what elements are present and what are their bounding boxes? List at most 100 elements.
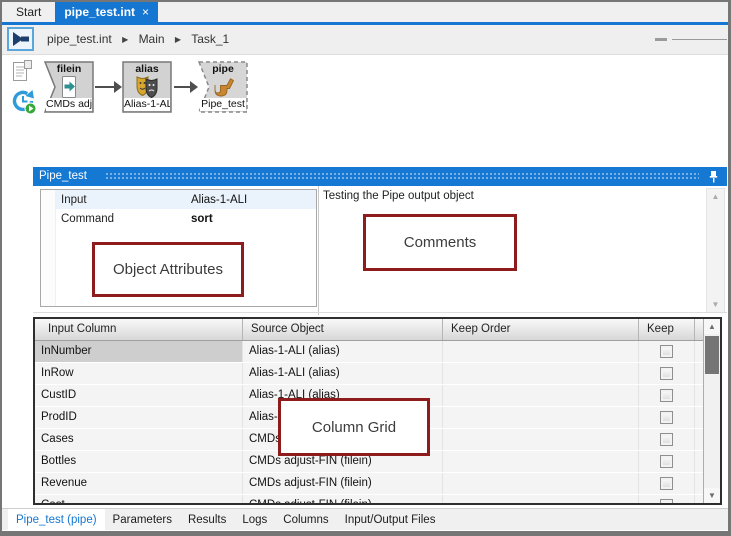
attribute-row[interactable]: Input Alias-1-ALI	[56, 190, 316, 209]
refresh-history-icon[interactable]	[10, 88, 37, 118]
keep-cell[interactable]	[639, 429, 695, 450]
attribute-value[interactable]: Alias-1-ALI	[191, 194, 247, 206]
keep-checkbox[interactable]	[660, 367, 673, 380]
source-object-cell[interactable]: Alias-1-ALI (alias)	[243, 363, 443, 384]
keep-checkbox[interactable]	[660, 455, 673, 468]
tab-start[interactable]: Start	[2, 2, 55, 22]
collapse-dash-icon[interactable]	[655, 38, 667, 41]
node-name-label: Pipe_test	[200, 98, 246, 111]
keep-checkbox[interactable]	[660, 499, 673, 503]
node-name-label: Alias-1-AL	[124, 98, 170, 111]
breadcrumb-item-task[interactable]: Task_1	[191, 32, 229, 46]
toolbar: pipe_test.int ▶ Main ▶ Task_1	[2, 25, 728, 55]
input-column-cell[interactable]: InRow	[35, 363, 243, 384]
comments-scrollbar[interactable]: ▲ ▼	[706, 188, 725, 313]
keep-checkbox[interactable]	[660, 345, 673, 358]
connector-arrow	[95, 86, 115, 88]
comments-textarea[interactable]: Testing the Pipe output object	[323, 190, 693, 202]
breadcrumb-item-main[interactable]: Main	[139, 32, 165, 46]
tab-pipe-test-label: pipe_test.int	[64, 5, 135, 19]
input-column-cell[interactable]: Cases	[35, 429, 243, 450]
panel-header-dots	[105, 172, 699, 181]
keep-cell[interactable]	[639, 495, 695, 503]
section-divider	[33, 312, 727, 313]
keep-checkbox[interactable]	[660, 433, 673, 446]
scroll-down-icon[interactable]: ▼	[704, 488, 720, 503]
header-source-object[interactable]: Source Object	[243, 319, 443, 340]
keep-order-cell[interactable]	[443, 451, 639, 472]
tab-pipe-test-pipe[interactable]: Pipe_test (pipe)	[8, 509, 105, 530]
keep-checkbox[interactable]	[660, 389, 673, 402]
connector-arrowhead-icon	[114, 81, 122, 93]
scrollbar-thumb[interactable]	[705, 336, 719, 374]
input-column-cell[interactable]: Revenue	[35, 473, 243, 494]
grid-header-row: Input Column Source Object Keep Order Ke…	[35, 319, 704, 341]
panel-title: Pipe_test	[39, 167, 87, 186]
flow-node-alias[interactable]: alias Alias-1-AL	[122, 61, 172, 113]
pin-icon[interactable]	[708, 170, 719, 186]
annotation-label: Column Grid	[312, 419, 396, 436]
keep-cell[interactable]	[639, 473, 695, 494]
tab-parameters[interactable]: Parameters	[105, 509, 180, 530]
header-keep-order[interactable]: Keep Order	[443, 319, 639, 340]
attribute-value[interactable]: sort	[191, 213, 213, 225]
keep-order-cell[interactable]	[443, 429, 639, 450]
flow-node-filein[interactable]: filein CMDs adj	[44, 61, 94, 113]
header-input-column[interactable]: Input Column	[35, 319, 243, 340]
keep-order-cell[interactable]	[443, 495, 639, 503]
source-object-cell[interactable]: Alias-1-ALI (alias)	[243, 341, 443, 362]
chevron-right-icon: ▶	[175, 35, 181, 44]
tab-pipe-test[interactable]: pipe_test.int ×	[55, 2, 158, 22]
table-row[interactable]: InRow Alias-1-ALI (alias)	[35, 363, 704, 385]
keep-order-cell[interactable]	[443, 385, 639, 406]
tab-columns[interactable]: Columns	[275, 509, 336, 530]
grid-scrollbar[interactable]: ▲ ▼	[703, 319, 720, 503]
run-button[interactable]	[7, 27, 34, 51]
keep-checkbox[interactable]	[660, 477, 673, 490]
tab-logs[interactable]: Logs	[234, 509, 275, 530]
alias-masks-icon	[123, 75, 171, 99]
scroll-down-icon[interactable]: ▼	[707, 297, 724, 312]
splitter-line[interactable]	[672, 39, 727, 40]
annotation-column-grid: Column Grid	[278, 398, 430, 456]
source-object-cell[interactable]: CMDs adjust-FIN (filein)	[243, 473, 443, 494]
table-row[interactable]: Revenue CMDs adjust-FIN (filein)	[35, 473, 704, 495]
document-tabstrip: Start pipe_test.int ×	[2, 2, 728, 22]
tab-results[interactable]: Results	[180, 509, 234, 530]
keep-order-cell[interactable]	[443, 363, 639, 384]
breadcrumb-item-file[interactable]: pipe_test.int	[47, 32, 112, 46]
keep-order-cell[interactable]	[443, 407, 639, 428]
keep-checkbox[interactable]	[660, 411, 673, 424]
breadcrumb: pipe_test.int ▶ Main ▶ Task_1	[47, 25, 229, 54]
keep-cell[interactable]	[639, 451, 695, 472]
keep-cell[interactable]	[639, 341, 695, 362]
input-column-cell[interactable]: ProdID	[35, 407, 243, 428]
source-object-cell[interactable]: CMDs adjust-FIN (filein)	[243, 495, 443, 503]
tab-start-label: Start	[16, 5, 41, 19]
keep-order-cell[interactable]	[443, 473, 639, 494]
input-column-cell[interactable]: Cost	[35, 495, 243, 503]
document-icon[interactable]	[12, 59, 33, 87]
keep-cell[interactable]	[639, 363, 695, 384]
keep-cell[interactable]	[639, 407, 695, 428]
scroll-up-icon[interactable]: ▲	[704, 319, 720, 334]
attribute-row[interactable]: Command sort	[56, 209, 316, 228]
table-row[interactable]: Cost CMDs adjust-FIN (filein)	[35, 495, 704, 503]
input-column-cell[interactable]: Bottles	[35, 451, 243, 472]
input-column-cell[interactable]: CustID	[35, 385, 243, 406]
tab-input-output-files[interactable]: Input/Output Files	[337, 509, 444, 530]
keep-cell[interactable]	[639, 385, 695, 406]
input-column-cell[interactable]: InNumber	[35, 341, 243, 362]
close-icon[interactable]: ×	[142, 6, 149, 18]
scroll-up-icon[interactable]: ▲	[707, 189, 724, 204]
header-keep[interactable]: Keep	[639, 319, 695, 340]
attribute-label: Command	[56, 213, 191, 225]
chevron-right-icon: ▶	[122, 35, 128, 44]
panel-divider	[318, 186, 319, 315]
pipe-test-panel-header[interactable]: Pipe_test	[33, 167, 727, 186]
annotation-object-attributes: Object Attributes	[92, 242, 244, 297]
keep-order-cell[interactable]	[443, 341, 639, 362]
flow-node-pipe[interactable]: pipe Pipe_test	[198, 61, 248, 113]
connector-arrowhead-icon	[190, 81, 198, 93]
table-row[interactable]: InNumber Alias-1-ALI (alias)	[35, 341, 704, 363]
